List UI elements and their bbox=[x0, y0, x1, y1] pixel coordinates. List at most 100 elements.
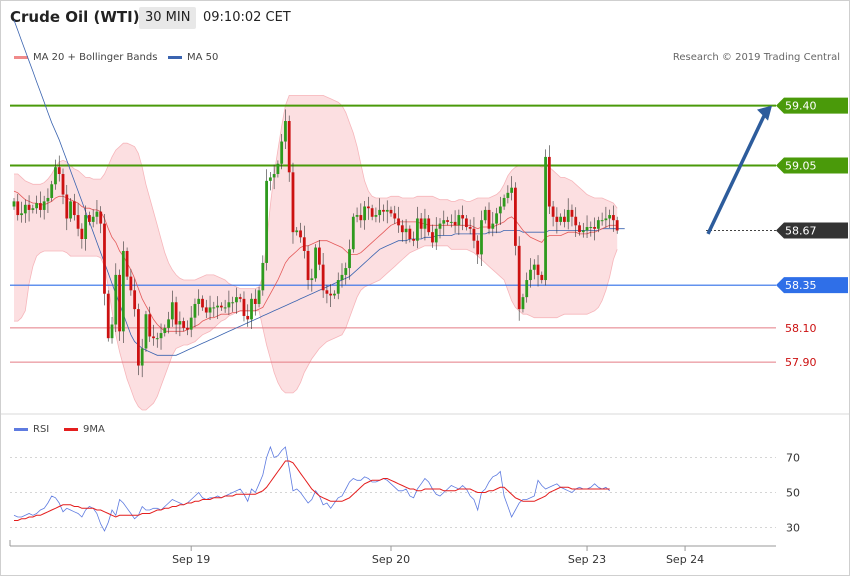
candle-body bbox=[27, 204, 31, 210]
candle-body bbox=[517, 245, 521, 310]
candle-body bbox=[374, 215, 378, 217]
level-label-59.40: 59.40 bbox=[785, 100, 817, 113]
level-label-58.10: 58.10 bbox=[785, 322, 817, 335]
candle-body bbox=[61, 174, 65, 195]
candle-body bbox=[182, 321, 186, 328]
candle-body bbox=[178, 321, 182, 325]
candle-body bbox=[212, 307, 216, 309]
candle-body bbox=[88, 215, 91, 222]
candle-body bbox=[235, 297, 238, 303]
level-label-57.90: 57.90 bbox=[785, 356, 817, 369]
candle-body bbox=[125, 250, 129, 277]
candle-body bbox=[227, 302, 231, 308]
candle-body bbox=[563, 216, 566, 222]
x-tick-label-Sep 19: Sep 19 bbox=[172, 553, 210, 566]
candle-body bbox=[400, 225, 404, 233]
candle-body bbox=[268, 177, 272, 181]
candle-body bbox=[257, 290, 261, 304]
candle-body bbox=[393, 213, 397, 219]
candle-body bbox=[585, 227, 589, 231]
candle-body bbox=[498, 206, 502, 214]
candle-body bbox=[480, 220, 483, 255]
candle-body bbox=[148, 314, 152, 337]
candle-body bbox=[265, 180, 268, 263]
candle-body bbox=[91, 216, 95, 222]
candle-body bbox=[608, 215, 612, 219]
candle-body bbox=[72, 201, 76, 216]
candle-body bbox=[438, 223, 442, 229]
target-arrow-shaft bbox=[706, 110, 768, 235]
candle-body bbox=[99, 211, 103, 224]
candle-body bbox=[329, 293, 333, 296]
candle-body bbox=[35, 203, 39, 209]
candle-body bbox=[344, 268, 348, 275]
candle-body bbox=[280, 141, 284, 164]
candle-body bbox=[242, 298, 246, 316]
candle-body bbox=[144, 314, 148, 349]
rsi-9ma-line bbox=[14, 460, 610, 521]
candle-body bbox=[272, 174, 276, 178]
candle-body bbox=[291, 172, 295, 233]
candle-body bbox=[551, 206, 555, 217]
candle-body bbox=[133, 290, 137, 310]
candle-body bbox=[186, 327, 189, 330]
candle-body bbox=[378, 209, 382, 216]
candle-body bbox=[510, 187, 514, 193]
candle-body bbox=[219, 305, 223, 308]
candle-body bbox=[152, 336, 155, 339]
candle-body bbox=[465, 218, 468, 228]
candle-body bbox=[287, 121, 291, 173]
candle-body bbox=[325, 290, 329, 294]
candle-body bbox=[204, 307, 208, 313]
candle-body bbox=[238, 297, 242, 299]
candle-body bbox=[559, 216, 563, 222]
candle-body bbox=[189, 317, 193, 330]
candle-body bbox=[468, 227, 472, 229]
candle-body bbox=[231, 302, 235, 304]
candle-body bbox=[348, 249, 351, 269]
candle-body bbox=[525, 280, 529, 298]
candle-body bbox=[449, 221, 453, 223]
candle-body bbox=[193, 303, 197, 318]
candle-body bbox=[310, 278, 314, 281]
candle-body bbox=[363, 206, 367, 221]
candle-body bbox=[174, 302, 178, 325]
candle-body bbox=[57, 167, 61, 175]
candle-body bbox=[555, 216, 559, 222]
candle-body bbox=[46, 197, 50, 202]
candle-body bbox=[250, 298, 253, 320]
candle-body bbox=[208, 307, 212, 313]
candle-body bbox=[483, 209, 487, 221]
candle-body bbox=[31, 208, 35, 210]
candle-body bbox=[419, 218, 423, 229]
candle-body bbox=[491, 223, 495, 229]
candle-body bbox=[253, 298, 257, 304]
candle-body bbox=[284, 121, 287, 142]
candle-body bbox=[110, 324, 114, 339]
level-label-58.67: 58.67 bbox=[785, 224, 817, 237]
candle-body bbox=[261, 262, 265, 291]
candle-body bbox=[532, 264, 536, 270]
candle-body bbox=[423, 218, 427, 229]
candle-body bbox=[302, 237, 306, 251]
candle-body bbox=[547, 156, 551, 207]
candle-body bbox=[431, 232, 434, 243]
candle-body bbox=[457, 215, 461, 226]
candle-body bbox=[65, 194, 69, 219]
candle-body bbox=[340, 274, 344, 281]
candle-body bbox=[415, 218, 419, 241]
candle-body bbox=[596, 220, 600, 229]
candle-body bbox=[95, 211, 99, 217]
candle-body bbox=[163, 327, 167, 334]
candle-body bbox=[487, 209, 491, 229]
candle-body bbox=[355, 215, 359, 217]
candle-body bbox=[201, 298, 204, 308]
candle-body bbox=[514, 187, 517, 246]
candle-body bbox=[570, 209, 574, 217]
candle-body bbox=[382, 209, 385, 212]
candle-body bbox=[336, 280, 340, 294]
candle-body bbox=[434, 228, 438, 243]
level-label-59.05: 59.05 bbox=[785, 159, 817, 172]
candle-body bbox=[299, 230, 302, 238]
candle-body bbox=[476, 240, 480, 255]
